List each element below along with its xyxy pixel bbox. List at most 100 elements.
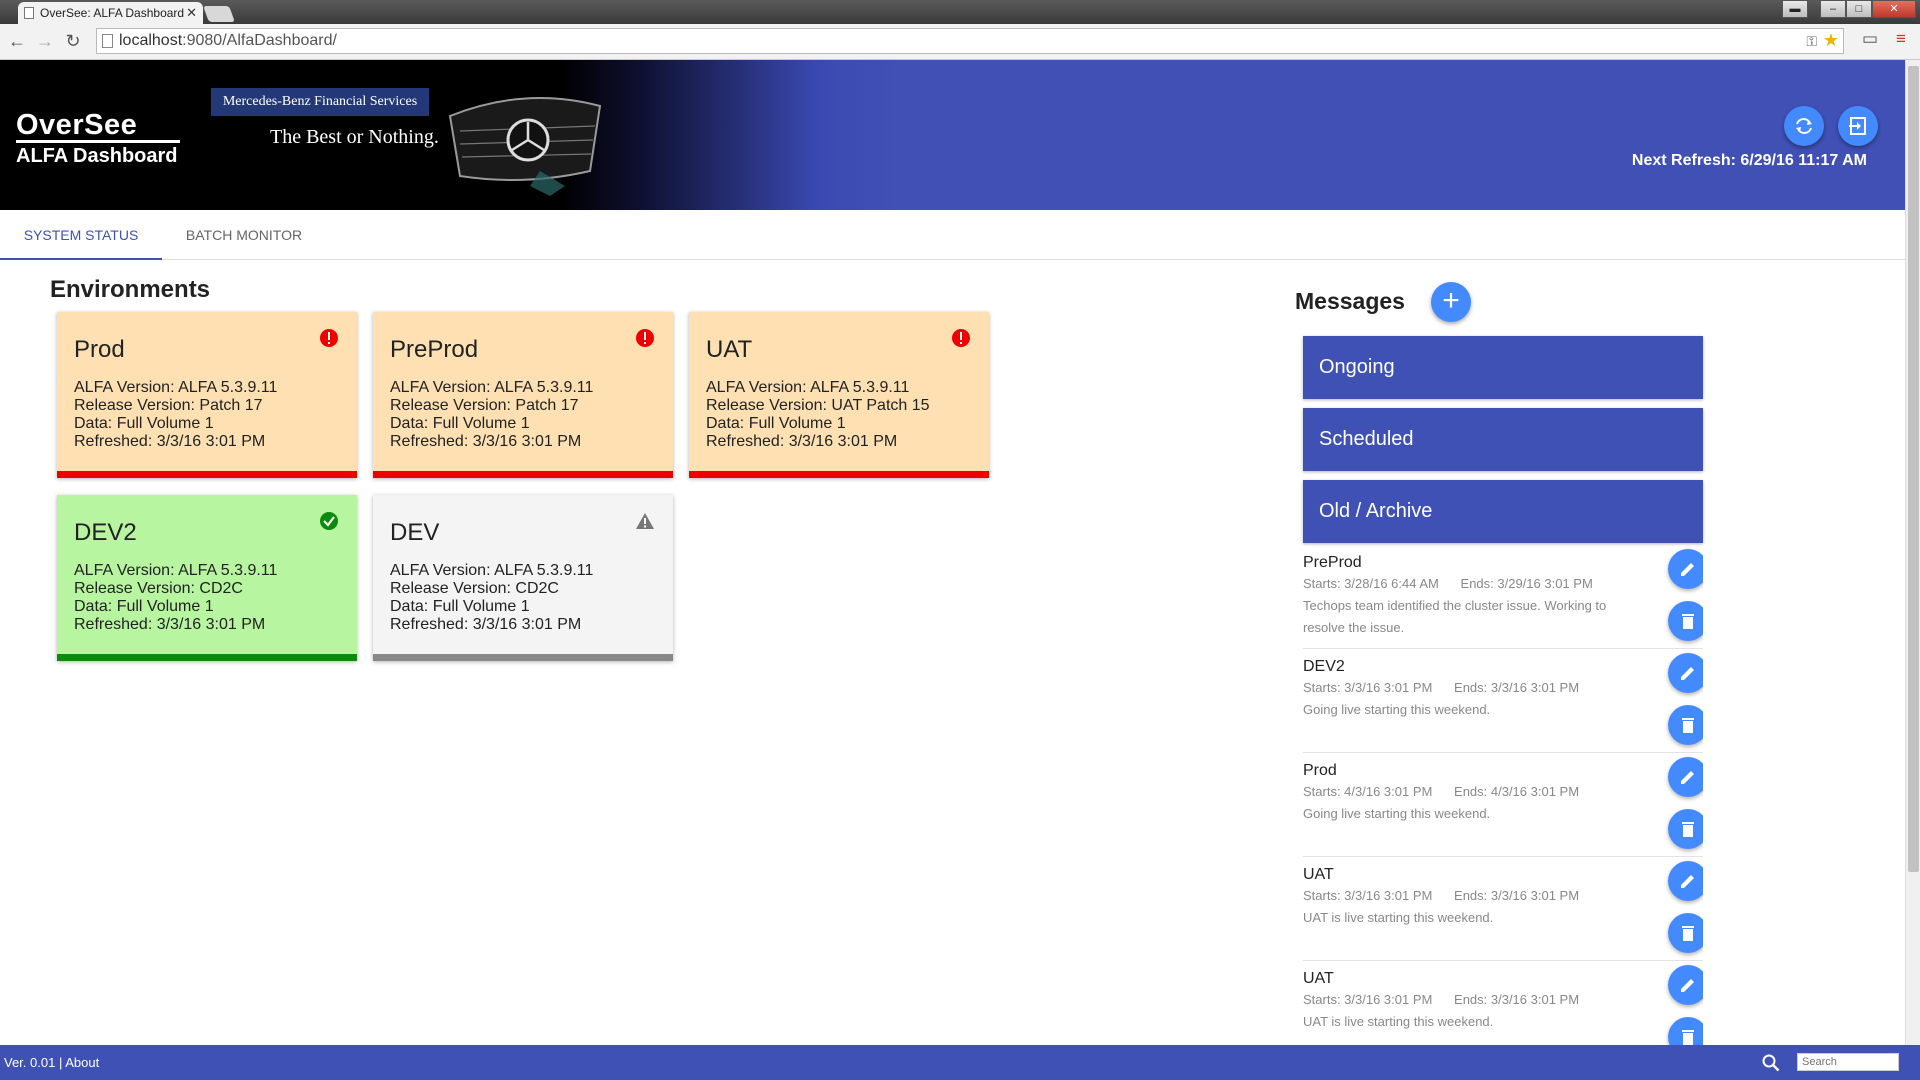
brand-title: OverSee bbox=[16, 110, 180, 143]
environment-card-prod[interactable]: Prod ALFA Version: ALFA 5.3.9.11 Release… bbox=[57, 312, 357, 478]
list-item: UAT Starts: 3/3/16 3:01 PM Ends: 3/3/16 … bbox=[1303, 961, 1703, 1045]
messages-section-ongoing[interactable]: Ongoing bbox=[1303, 336, 1703, 399]
environment-card-uat[interactable]: UAT ALFA Version: ALFA 5.3.9.11 Release … bbox=[689, 312, 989, 478]
message-environment: UAT bbox=[1303, 866, 1334, 883]
page-scrollbar[interactable] bbox=[1905, 60, 1920, 1045]
message-text: UAT is live starting this weekend. bbox=[1303, 910, 1494, 925]
add-message-button[interactable]: + bbox=[1431, 282, 1471, 322]
browser-navbar: ← → ↻ localhost:9080/AlfaDashboard/ ⚿ ★ … bbox=[0, 24, 1920, 60]
delete-message-button[interactable] bbox=[1668, 705, 1703, 745]
messages-section-archive[interactable]: Old / Archive bbox=[1303, 480, 1703, 543]
url-path: :9080/AlfaDashboard/ bbox=[182, 32, 337, 49]
data-volume: Data: Full Volume 1 bbox=[390, 415, 530, 432]
delete-message-button[interactable] bbox=[1668, 601, 1703, 641]
refresh-button[interactable] bbox=[1784, 106, 1824, 146]
refreshed-time: Refreshed: 3/3/16 3:01 PM bbox=[390, 433, 582, 450]
edit-message-button[interactable] bbox=[1668, 965, 1703, 1005]
messages-title: Messages bbox=[1295, 288, 1405, 314]
trash-icon bbox=[1682, 926, 1694, 941]
search-icon[interactable] bbox=[1762, 1054, 1780, 1072]
environment-name: UAT bbox=[706, 336, 753, 363]
delete-message-button[interactable] bbox=[1668, 913, 1703, 953]
plus-icon: + bbox=[1442, 284, 1460, 317]
close-tab-icon[interactable]: ✕ bbox=[186, 2, 197, 24]
environment-name: DEV bbox=[390, 519, 440, 546]
page-icon bbox=[24, 7, 34, 19]
brand-logo: OverSee ALFA Dashboard bbox=[16, 110, 180, 168]
alfa-version: ALFA Version: ALFA 5.3.9.11 bbox=[390, 562, 594, 579]
edit-message-button[interactable] bbox=[1668, 549, 1703, 589]
pencil-icon bbox=[1681, 771, 1694, 784]
environment-card-preprod[interactable]: PreProd ALFA Version: ALFA 5.3.9.11 Rele… bbox=[373, 312, 673, 478]
browser-titlebar: OverSee: ALFA Dashboard ✕ ▬ – □ ✕ bbox=[0, 0, 1920, 24]
trash-icon bbox=[1682, 1030, 1694, 1045]
app-footer: Ver. 0.01 | About bbox=[0, 1045, 1920, 1080]
list-item: Prod Starts: 4/3/16 3:01 PM Ends: 4/3/16… bbox=[1303, 753, 1703, 857]
error-icon bbox=[320, 329, 338, 347]
window-control-minimize-alt[interactable]: ▬ bbox=[1782, 0, 1808, 18]
release-version: Release Version: UAT Patch 15 bbox=[706, 397, 930, 414]
environment-card-dev2[interactable]: DEV2 ALFA Version: ALFA 5.3.9.11 Release… bbox=[57, 495, 357, 661]
list-item: UAT Starts: 3/3/16 3:01 PM Ends: 3/3/16 … bbox=[1303, 857, 1703, 961]
url-host: localhost bbox=[119, 32, 183, 49]
edit-message-button[interactable] bbox=[1668, 861, 1703, 901]
error-icon bbox=[636, 329, 654, 347]
environment-name: Prod bbox=[74, 336, 125, 363]
logout-icon bbox=[1849, 117, 1866, 135]
pencil-icon bbox=[1681, 563, 1694, 576]
back-icon[interactable]: ← bbox=[6, 30, 28, 52]
refreshed-time: Refreshed: 3/3/16 3:01 PM bbox=[74, 616, 266, 633]
data-volume: Data: Full Volume 1 bbox=[74, 598, 214, 615]
warning-icon bbox=[636, 513, 654, 529]
list-item: PreProd Starts: 3/28/16 6:44 AM Ends: 3/… bbox=[1303, 545, 1703, 649]
window-minimize-button[interactable]: – bbox=[1820, 0, 1846, 18]
reload-icon[interactable]: ↻ bbox=[62, 30, 84, 52]
message-dates: Starts: 3/3/16 3:01 PM Ends: 3/3/16 3:01… bbox=[1303, 680, 1580, 695]
alfa-version: ALFA Version: ALFA 5.3.9.11 bbox=[390, 379, 594, 396]
message-text: UAT is live starting this weekend. bbox=[1303, 1014, 1494, 1029]
message-dates: Starts: 4/3/16 3:01 PM Ends: 4/3/16 3:01… bbox=[1303, 784, 1580, 799]
alfa-version: ALFA Version: ALFA 5.3.9.11 bbox=[706, 379, 910, 396]
window-maximize-button[interactable]: □ bbox=[1846, 0, 1872, 18]
trash-icon bbox=[1682, 718, 1694, 733]
environment-card-dev[interactable]: DEV ALFA Version: ALFA 5.3.9.11 Release … bbox=[373, 495, 673, 661]
edit-message-button[interactable] bbox=[1668, 757, 1703, 797]
forward-icon[interactable]: → bbox=[34, 30, 56, 52]
browser-tab-title: OverSee: ALFA Dashboard bbox=[40, 6, 185, 20]
about-link[interactable]: About bbox=[65, 1055, 99, 1070]
new-tab-button[interactable] bbox=[203, 6, 235, 22]
message-text: Going live starting this weekend. bbox=[1303, 806, 1491, 821]
message-dates: Starts: 3/28/16 6:44 AM Ends: 3/29/16 3:… bbox=[1303, 576, 1593, 591]
app-header: OverSee ALFA Dashboard Mercedes-Benz Fin… bbox=[0, 60, 1905, 210]
tab-batch-monitor[interactable]: BATCH MONITOR bbox=[168, 210, 320, 260]
pencil-icon bbox=[1681, 875, 1694, 888]
data-volume: Data: Full Volume 1 bbox=[706, 415, 846, 432]
cast-icon[interactable]: ▭ bbox=[1862, 29, 1878, 49]
search-input[interactable] bbox=[1797, 1053, 1899, 1071]
message-environment: PreProd bbox=[1303, 554, 1362, 571]
trash-icon bbox=[1682, 822, 1694, 837]
delete-message-button[interactable] bbox=[1668, 809, 1703, 849]
bookmark-star-icon[interactable]: ★ bbox=[1823, 28, 1839, 52]
window-close-button[interactable]: ✕ bbox=[1872, 0, 1916, 18]
alfa-version: ALFA Version: ALFA 5.3.9.11 bbox=[74, 562, 278, 579]
menu-icon[interactable]: ≡ bbox=[1896, 29, 1906, 49]
pencil-icon bbox=[1681, 667, 1694, 680]
message-dates: Starts: 3/3/16 3:01 PM Ends: 3/3/16 3:01… bbox=[1303, 992, 1580, 1007]
data-volume: Data: Full Volume 1 bbox=[390, 598, 530, 615]
key-icon[interactable]: ⚿ bbox=[1806, 29, 1817, 53]
browser-tab[interactable]: OverSee: ALFA Dashboard ✕ bbox=[18, 2, 203, 24]
scrollbar-thumb[interactable] bbox=[1908, 66, 1919, 872]
edit-message-button[interactable] bbox=[1668, 653, 1703, 693]
version-label: Ver. 0.01 bbox=[4, 1055, 56, 1070]
footer-separator: | bbox=[55, 1055, 66, 1070]
delete-message-button[interactable] bbox=[1668, 1017, 1703, 1045]
logout-button[interactable] bbox=[1838, 106, 1878, 146]
address-bar[interactable]: localhost:9080/AlfaDashboard/ ⚿ ★ bbox=[96, 28, 1844, 54]
list-item: DEV2 Starts: 3/3/16 3:01 PM Ends: 3/3/16… bbox=[1303, 649, 1703, 753]
alfa-version: ALFA Version: ALFA 5.3.9.11 bbox=[74, 379, 278, 396]
message-environment: Prod bbox=[1303, 762, 1337, 779]
data-volume: Data: Full Volume 1 bbox=[74, 415, 214, 432]
tab-system-status[interactable]: SYSTEM STATUS bbox=[0, 210, 162, 260]
messages-section-scheduled[interactable]: Scheduled bbox=[1303, 408, 1703, 471]
